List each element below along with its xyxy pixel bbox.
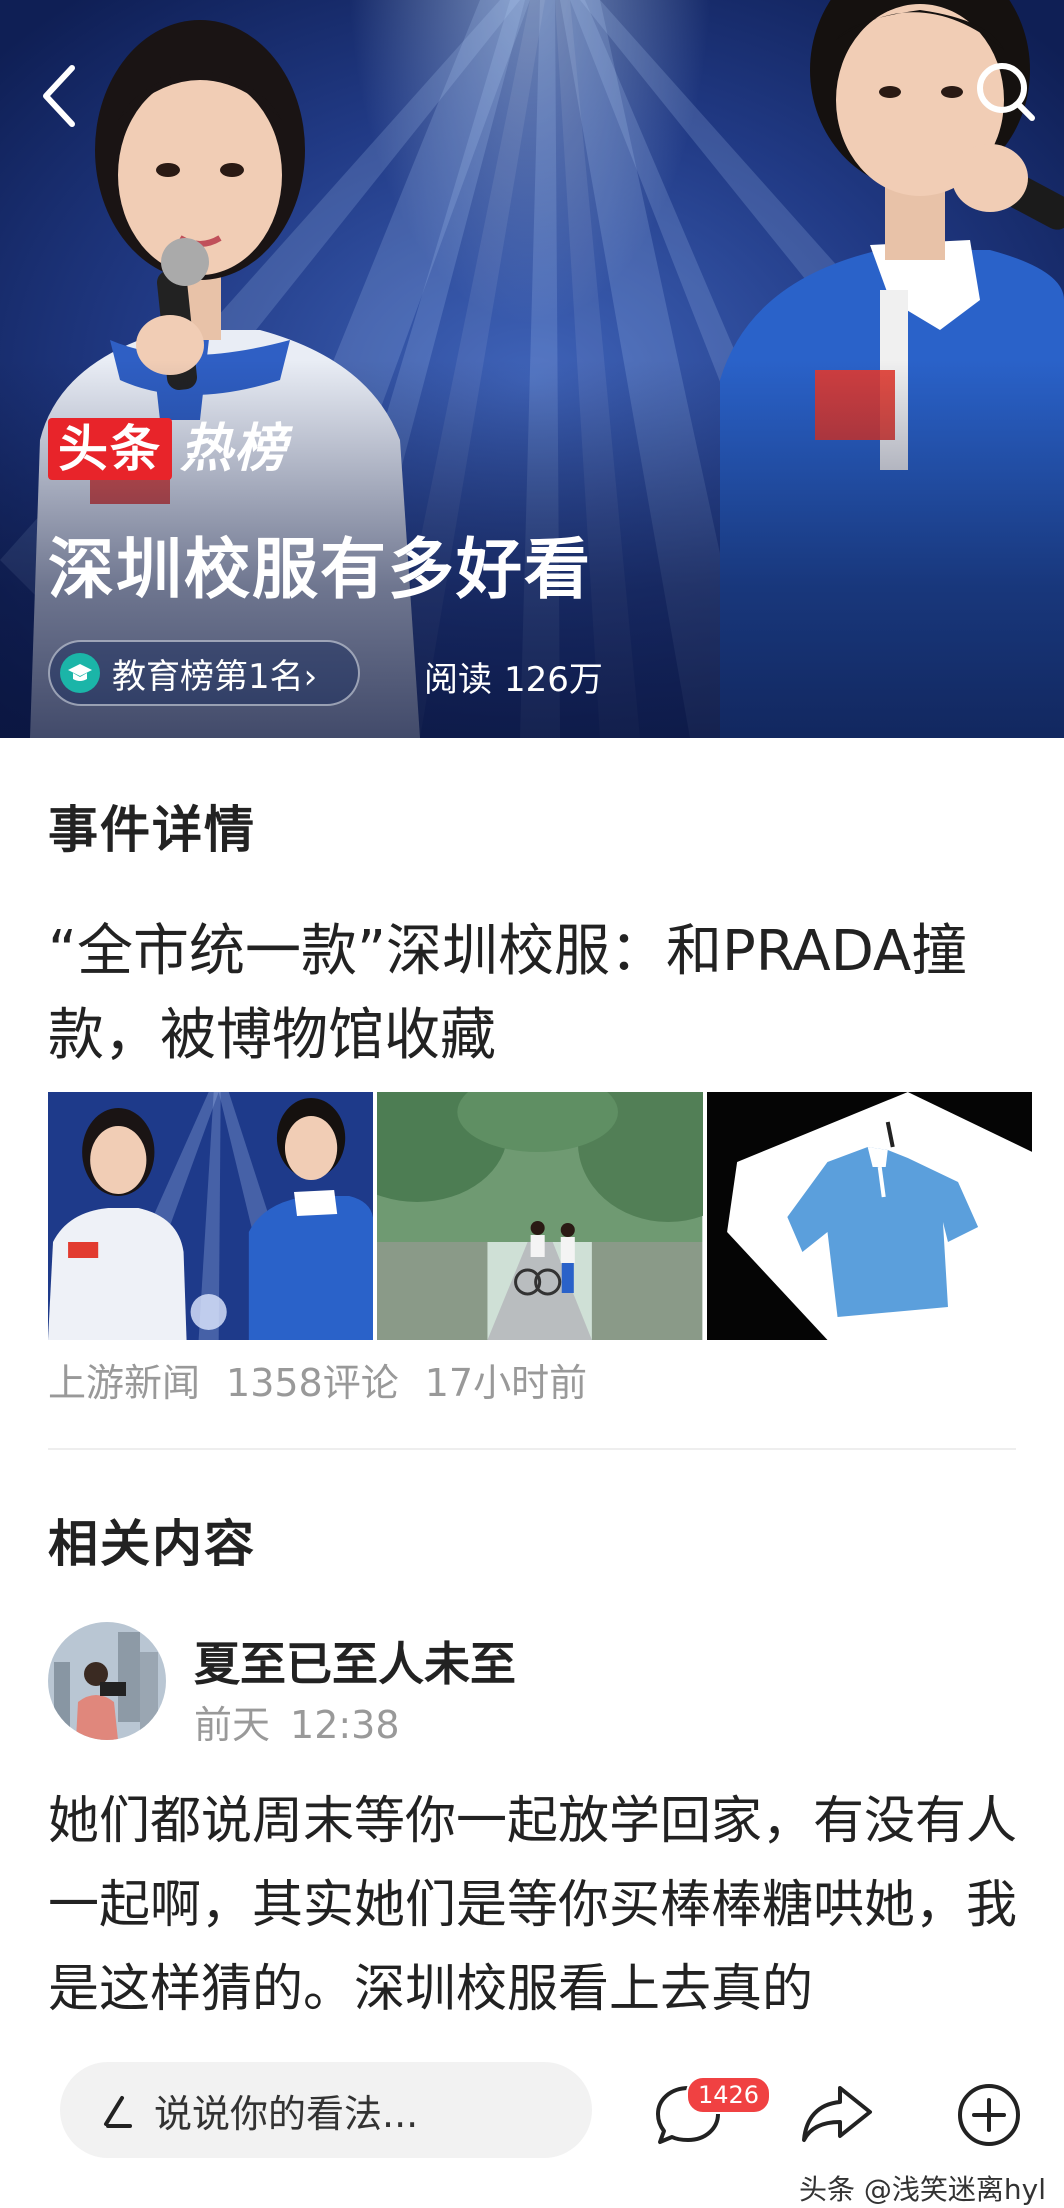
- brand-toutiao: 头条: [48, 418, 172, 480]
- news-meta: 上游新闻 1358评论 17小时前: [48, 1352, 613, 1407]
- news-comment-count: 1358评论: [226, 1361, 399, 1405]
- news-time: 17小时前: [424, 1361, 588, 1405]
- avatar[interactable]: [48, 1622, 166, 1740]
- more-button[interactable]: [956, 2082, 1022, 2152]
- post-date: 前天: [194, 1703, 271, 1747]
- thumbnail-students-cycling[interactable]: [377, 1092, 703, 1340]
- author-name[interactable]: 夏至已至人未至: [194, 1628, 516, 1694]
- rank-label: 教育榜第1名›: [112, 656, 318, 697]
- thumbnail-stage-singers[interactable]: [48, 1092, 374, 1340]
- share-button[interactable]: [800, 2082, 874, 2150]
- search-icon: [977, 63, 1035, 121]
- back-chevron-icon: [43, 65, 75, 127]
- back-button[interactable]: [34, 58, 90, 134]
- comment-input-placeholder: 说说你的看法...: [154, 2091, 419, 2136]
- thumbnail-blue-polo-shirt[interactable]: [706, 1092, 1032, 1340]
- hero-banner: 头条 热榜 深圳校服有多好看 教育榜第1名› 阅读 126万: [0, 0, 1064, 738]
- news-thumbnails: [48, 1092, 1032, 1340]
- related-content-heading: 相关内容: [48, 1515, 256, 1573]
- news-source[interactable]: 上游新闻: [48, 1361, 200, 1405]
- comment-count-badge: 1426: [686, 2076, 772, 2114]
- news-headline[interactable]: “全市统一款”深圳校服：和PRADA撞款，被博物馆收藏: [48, 910, 1028, 1078]
- read-count: 阅读 126万: [424, 652, 615, 701]
- search-button[interactable]: [972, 58, 1038, 124]
- post-body-text[interactable]: 她们都说周末等你一起放学回家，有没有人一起啊，其实她们是等你买棒棒糖哄她，我是这…: [48, 1780, 1028, 2030]
- plus-circle-icon: [958, 2084, 1020, 2146]
- post-timestamp: 前天 12:38: [194, 1694, 420, 1749]
- hotlist-topic-title: 深圳校服有多好看: [48, 531, 592, 608]
- chevron-right-icon: ›: [303, 656, 318, 697]
- pen-icon: [104, 2096, 132, 2128]
- read-label: 阅读: [424, 660, 492, 700]
- rank-chip[interactable]: 教育榜第1名›: [48, 640, 360, 706]
- section-divider: [48, 1448, 1016, 1450]
- share-icon: [802, 2086, 872, 2142]
- graduation-cap-icon: [60, 653, 100, 693]
- brand-hotlist: 热榜: [180, 419, 289, 479]
- comment-input[interactable]: 说说你的看法...: [60, 2062, 592, 2158]
- read-value: 126万: [504, 660, 603, 700]
- event-details-heading: 事件详情: [48, 801, 256, 859]
- post-clock-time: 12:38: [290, 1703, 400, 1747]
- toutiao-hotlist-logo: 头条 热榜: [48, 418, 288, 480]
- bottom-action-bar: 说说你的看法... 1426 头条 @浅笑迷离hyl: [0, 2040, 1064, 2206]
- watermark: 头条 @浅笑迷离hyl: [799, 2173, 1046, 2206]
- status-bar: [0, 0, 1064, 14]
